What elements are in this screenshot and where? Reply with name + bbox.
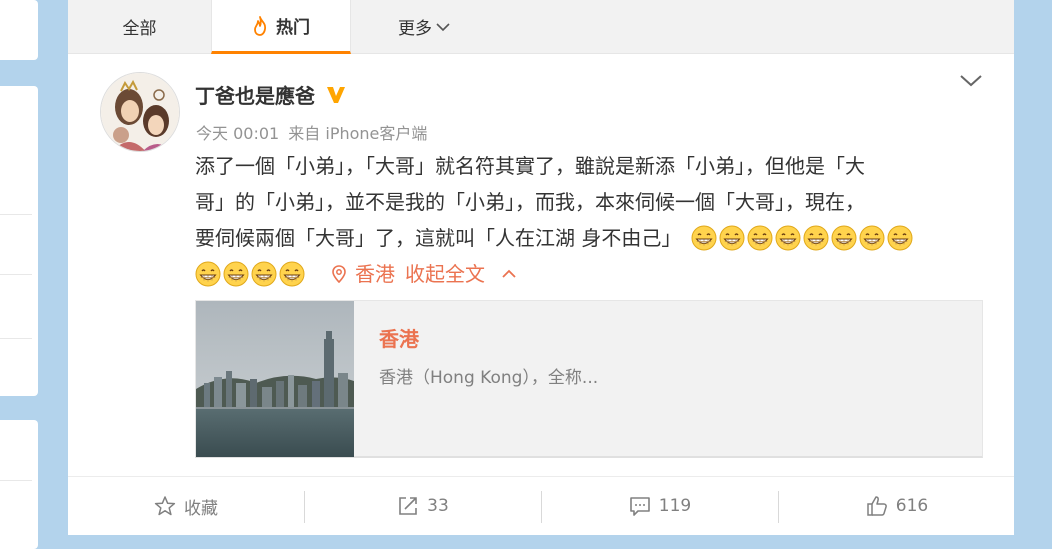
favorite-button[interactable]: 收藏 <box>68 477 304 535</box>
comment-icon <box>629 497 650 516</box>
star-icon <box>154 496 176 516</box>
grin-emoji-icon <box>887 225 913 251</box>
post-source: 来自 iPhone客户端 <box>288 124 428 143</box>
grin-emoji-icon <box>747 225 773 251</box>
tab-more-label: 更多 <box>398 19 432 39</box>
verified-badge-icon <box>327 86 345 103</box>
tab-all-label: 全部 <box>122 19 157 39</box>
post-text-line: 香港 收起全文 <box>195 256 985 292</box>
tab-hot-label: 热门 <box>276 18 310 38</box>
grin-emoji-icon <box>859 225 885 251</box>
grin-emoji-icon <box>803 225 829 251</box>
post-text-line-1: 添了一個「小弟」，「大哥」就名符其實了，雖說是新添「小弟」，但他是「大 <box>195 154 865 178</box>
post-meta: 今天 00:01 来自 iPhone客户端 <box>196 120 431 144</box>
location-tag-text: 香港 <box>355 262 395 286</box>
tab-more[interactable]: 更多 <box>351 0 497 53</box>
repost-count: 33 <box>427 496 449 516</box>
chevron-up-icon <box>502 269 516 278</box>
chevron-down-icon <box>436 22 450 31</box>
feed-tabs: 全部 热门 更多 <box>68 0 1014 54</box>
tab-hot[interactable]: 热门 <box>211 0 351 54</box>
grin-emoji-icon <box>223 261 249 287</box>
post-text-line-2: 哥」的「小弟」，並不是我的「小弟」，而我，本來伺候一個「大哥」，現在， <box>195 190 865 214</box>
location-thumbnail <box>196 301 354 457</box>
grin-emoji-icon <box>195 261 221 287</box>
grin-emoji-icon <box>251 261 277 287</box>
location-pin-icon <box>332 265 346 283</box>
emoji-row <box>195 261 307 287</box>
left-column <box>0 0 38 549</box>
post-text-line: 哥」的「小弟」，並不是我的「小弟」，而我，本來伺候一個「大哥」，現在， <box>195 184 985 220</box>
chevron-down-icon[interactable] <box>959 74 983 88</box>
post-text-line-3: 要伺候兩個「大哥」了，這就叫「人在江湖 身不由己」 <box>195 226 682 250</box>
location-card-description: 香港（Hong Kong），全称... <box>379 368 599 388</box>
post-text: 添了一個「小弟」，「大哥」就名符其實了，雖說是新添「小弟」，但他是「大 哥」的「… <box>195 148 985 292</box>
grin-emoji-icon <box>279 261 305 287</box>
left-card <box>0 0 38 60</box>
grin-emoji-icon <box>691 225 717 251</box>
favorite-label: 收藏 <box>184 498 218 519</box>
flame-icon <box>254 15 267 36</box>
left-card <box>0 420 38 549</box>
like-count: 616 <box>895 496 929 516</box>
left-card <box>0 86 38 396</box>
post-time[interactable]: 今天 00:01 <box>196 124 279 143</box>
grin-emoji-icon <box>719 225 745 251</box>
post-text-line: 添了一個「小弟」，「大哥」就名符其實了，雖說是新添「小弟」，但他是「大 <box>195 148 985 184</box>
avatar[interactable] <box>100 72 180 152</box>
author-name[interactable]: 丁爸也是應爸 <box>195 80 347 109</box>
thumbs-up-icon <box>867 496 887 516</box>
post-text-line: 要伺候兩個「大哥」了，這就叫「人在江湖 身不由己」 <box>195 220 985 256</box>
action-bar: 收藏 33 119 616 <box>68 476 1014 535</box>
grin-emoji-icon <box>831 225 857 251</box>
location-card[interactable]: 香港 香港（Hong Kong），全称... <box>195 300 983 458</box>
location-card-title[interactable]: 香港 <box>379 323 419 352</box>
like-button[interactable]: 616 <box>779 477 1015 535</box>
collapse-text-button[interactable]: 收起全文 <box>405 256 517 292</box>
grin-emoji-icon <box>775 225 801 251</box>
tab-all[interactable]: 全部 <box>68 0 211 53</box>
repost-button[interactable]: 33 <box>305 477 541 535</box>
comment-button[interactable]: 119 <box>542 477 778 535</box>
avatar-illustration <box>101 73 179 151</box>
location-link[interactable]: 香港 <box>331 256 395 292</box>
weibo-post-card: 全部 热门 更多 丁爸也是應爸 今天 00:01 来自 iPhone客户端 添了… <box>68 0 1014 535</box>
comment-count: 119 <box>658 496 692 516</box>
author-name-text: 丁爸也是應爸 <box>195 84 315 108</box>
collapse-text-label: 收起全文 <box>405 262 485 286</box>
emoji-row <box>691 225 915 251</box>
share-icon <box>399 497 417 515</box>
